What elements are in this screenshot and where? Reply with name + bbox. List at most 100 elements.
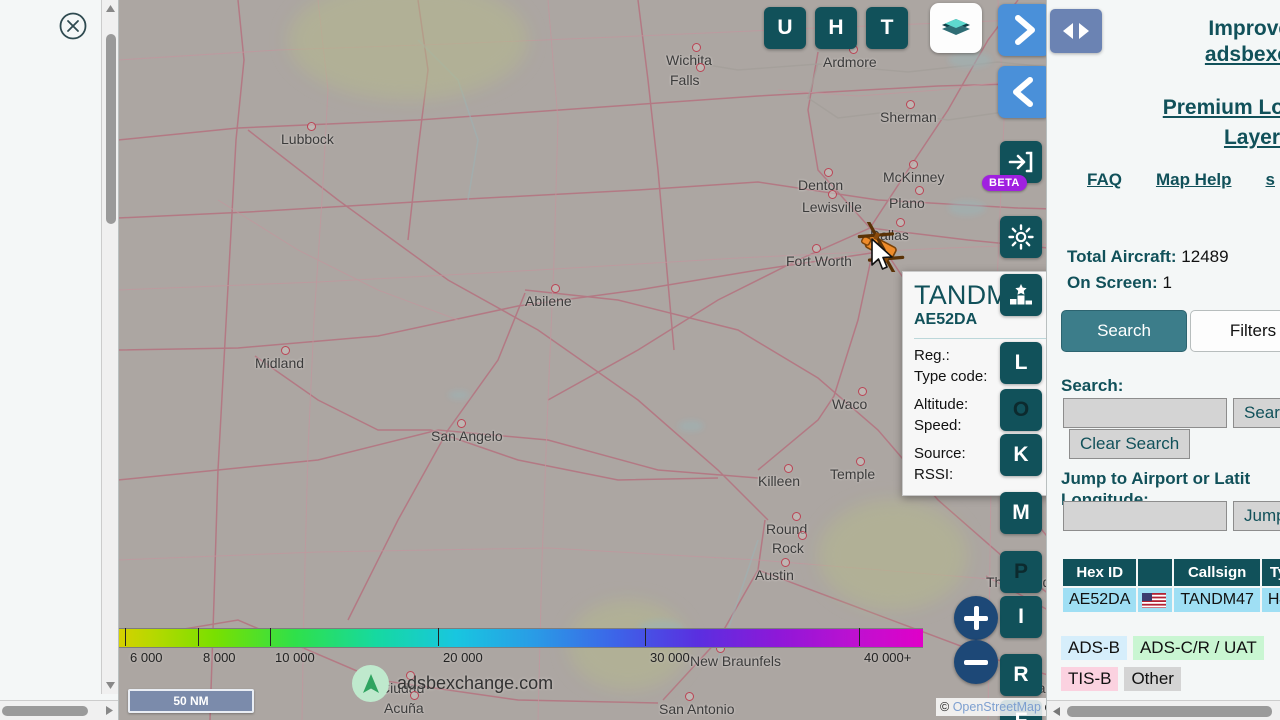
- table-column-header[interactable]: Typ: [1261, 559, 1280, 586]
- zoom-out-button[interactable]: [954, 640, 998, 684]
- source-legend-badge: ADS-C/R / UAT: [1132, 636, 1264, 660]
- adsb-exchange-app: Wichita Falls Ardmore Sherman Lubbock Denton M…: [0, 0, 1280, 720]
- map-city-label: Plano: [889, 195, 925, 211]
- sidebar-tabs: Search Filters C: [1061, 310, 1280, 352]
- sidebar-hscroll-thumb[interactable]: [1067, 706, 1272, 717]
- left-panel-vertical-scrollbar[interactable]: [101, 0, 118, 694]
- altitude-tick-label: 8 000: [203, 650, 236, 665]
- layer-text: Layer: [1223, 126, 1280, 149]
- aircraft-marker-tandm47[interactable]: [853, 219, 909, 275]
- map-city-label: Killeen: [758, 473, 801, 489]
- map-city-dot: [685, 692, 694, 701]
- map-button-m[interactable]: M: [1000, 492, 1042, 534]
- map-scale-bar: 50 NM: [128, 689, 254, 713]
- map-city-dot: [858, 387, 867, 396]
- altitude-tick-label: 20 000: [443, 650, 483, 665]
- zoom-in-button[interactable]: [954, 596, 998, 640]
- map-city-label: Ardmore: [823, 54, 877, 70]
- scroll-down-arrow-icon[interactable]: [102, 677, 118, 694]
- map-city-dot: [828, 190, 837, 199]
- map-city-label: Falls: [670, 72, 700, 88]
- map-button-p[interactable]: P: [1000, 551, 1042, 593]
- layers-icon[interactable]: [930, 3, 982, 53]
- cell-type[interactable]: H47: [1261, 588, 1280, 612]
- map-city-dot: [692, 43, 701, 52]
- map-button-h[interactable]: H: [815, 7, 857, 49]
- total-aircraft-value: 12489: [1181, 247, 1229, 266]
- premium-login-heading[interactable]: Premium Login: n Layer: [1067, 93, 1280, 153]
- map-button-r[interactable]: R: [1000, 654, 1042, 696]
- adsbexchange-watermark: adsbexchange.com: [352, 665, 553, 702]
- map-city-dot: [792, 512, 801, 521]
- extra-link[interactable]: s: [1266, 170, 1275, 190]
- tab-filters[interactable]: Filters: [1190, 310, 1280, 352]
- table-column-header[interactable]: [1138, 559, 1173, 586]
- map-city-dot: [696, 63, 705, 72]
- left-panel-horizontal-scrollbar[interactable]: [0, 700, 118, 720]
- altitude-tick: [438, 628, 439, 646]
- scroll-up-arrow-icon[interactable]: [102, 0, 118, 17]
- tab-search[interactable]: Search: [1061, 310, 1187, 352]
- clear-search-button[interactable]: Clear Search: [1069, 429, 1191, 459]
- premium-login-text: Premium Login: n: [1162, 96, 1280, 119]
- table-header-row: Hex ID CallsignTyp: [1063, 559, 1280, 586]
- osm-link[interactable]: OpenStreetMap: [953, 700, 1041, 714]
- search-input[interactable]: [1063, 398, 1227, 428]
- map-city-dot: [307, 122, 316, 131]
- podium-icon[interactable]: [1000, 274, 1042, 316]
- map-city-dot: [551, 284, 560, 293]
- map-button-u[interactable]: U: [764, 7, 806, 49]
- map-canvas[interactable]: Wichita Falls Ardmore Sherman Lubbock Denton M…: [118, 0, 1162, 720]
- map-button-o[interactable]: O: [1000, 389, 1042, 431]
- chevron-left-icon[interactable]: [998, 66, 1050, 118]
- map-city-label: Fort Worth: [786, 253, 852, 269]
- map-city-dot: [856, 457, 865, 466]
- map-city-label: Austin: [755, 567, 794, 583]
- map-button-l[interactable]: L: [1000, 342, 1042, 384]
- sidebar-panel: Improve Cov adsbexchang Premium Login: n…: [1046, 0, 1280, 720]
- aircraft-table: Hex ID CallsignTyp AE52DA TANDM47H47: [1061, 557, 1280, 614]
- map-help-link[interactable]: Map Help: [1156, 170, 1232, 190]
- source-legend-row-1: ADS-B ADS-C/R / UAT: [1061, 636, 1264, 660]
- map-city-label: New Braunfels: [690, 653, 782, 669]
- total-aircraft-row: Total Aircraft: 12489: [1067, 244, 1229, 270]
- map-city-dot: [909, 160, 918, 169]
- altitude-color-scale: [118, 628, 923, 648]
- table-column-header[interactable]: Callsign: [1174, 559, 1260, 586]
- jump-input[interactable]: [1063, 501, 1227, 531]
- left-panel-hscroll-thumb[interactable]: [2, 706, 88, 716]
- aircraft-detail-panel: opy Link e.com 11-08830ited Statesmilita…: [0, 0, 119, 720]
- sidebar-horizontal-scrollbar[interactable]: [1047, 700, 1280, 720]
- altitude-tick-label: 30 000: [650, 650, 690, 665]
- adsbexchange-link[interactable]: adsbexchang: [1205, 43, 1280, 66]
- gear-icon[interactable]: [1000, 216, 1042, 258]
- search-button[interactable]: Sear: [1233, 398, 1280, 428]
- collapse-arrows-icon[interactable]: [1050, 9, 1102, 53]
- jump-button[interactable]: Jump: [1233, 501, 1280, 531]
- map-city-dot: [281, 346, 290, 355]
- map-button-i[interactable]: I: [1000, 596, 1042, 638]
- altitude-tick: [198, 628, 199, 646]
- map-button-t[interactable]: T: [866, 7, 908, 49]
- close-circle-icon[interactable]: [59, 12, 87, 40]
- map-button-k[interactable]: K: [1000, 434, 1042, 476]
- map-city-label: Acuña: [384, 700, 424, 716]
- source-legend-badge: Other: [1124, 667, 1181, 691]
- on-screen-label: On Screen:: [1067, 273, 1158, 292]
- map-city-label: Wichita: [666, 52, 712, 68]
- table-column-header[interactable]: Hex ID: [1063, 559, 1137, 586]
- sidebar-nav-links: FAQ Map Help s: [1087, 170, 1280, 190]
- map-city-label: San Antonio: [659, 701, 735, 717]
- source-legend-badge: TIS-B: [1061, 667, 1119, 691]
- source-legend-badge: ADS-B: [1061, 636, 1127, 660]
- us-flag-icon: [1138, 588, 1173, 612]
- cell-callsign[interactable]: TANDM47: [1174, 588, 1260, 612]
- map-city-label: Waco: [832, 396, 868, 412]
- scroll-right-arrow-icon[interactable]: [101, 702, 118, 719]
- sidebar-scroll-left-arrow-icon[interactable]: [1048, 701, 1065, 720]
- faq-link[interactable]: FAQ: [1087, 170, 1122, 190]
- left-panel-scroll-thumb[interactable]: [106, 34, 116, 224]
- chevron-right-icon[interactable]: [998, 4, 1050, 56]
- cell-hex-id[interactable]: AE52DA: [1063, 588, 1137, 612]
- table-row[interactable]: AE52DA TANDM47H47: [1063, 588, 1280, 612]
